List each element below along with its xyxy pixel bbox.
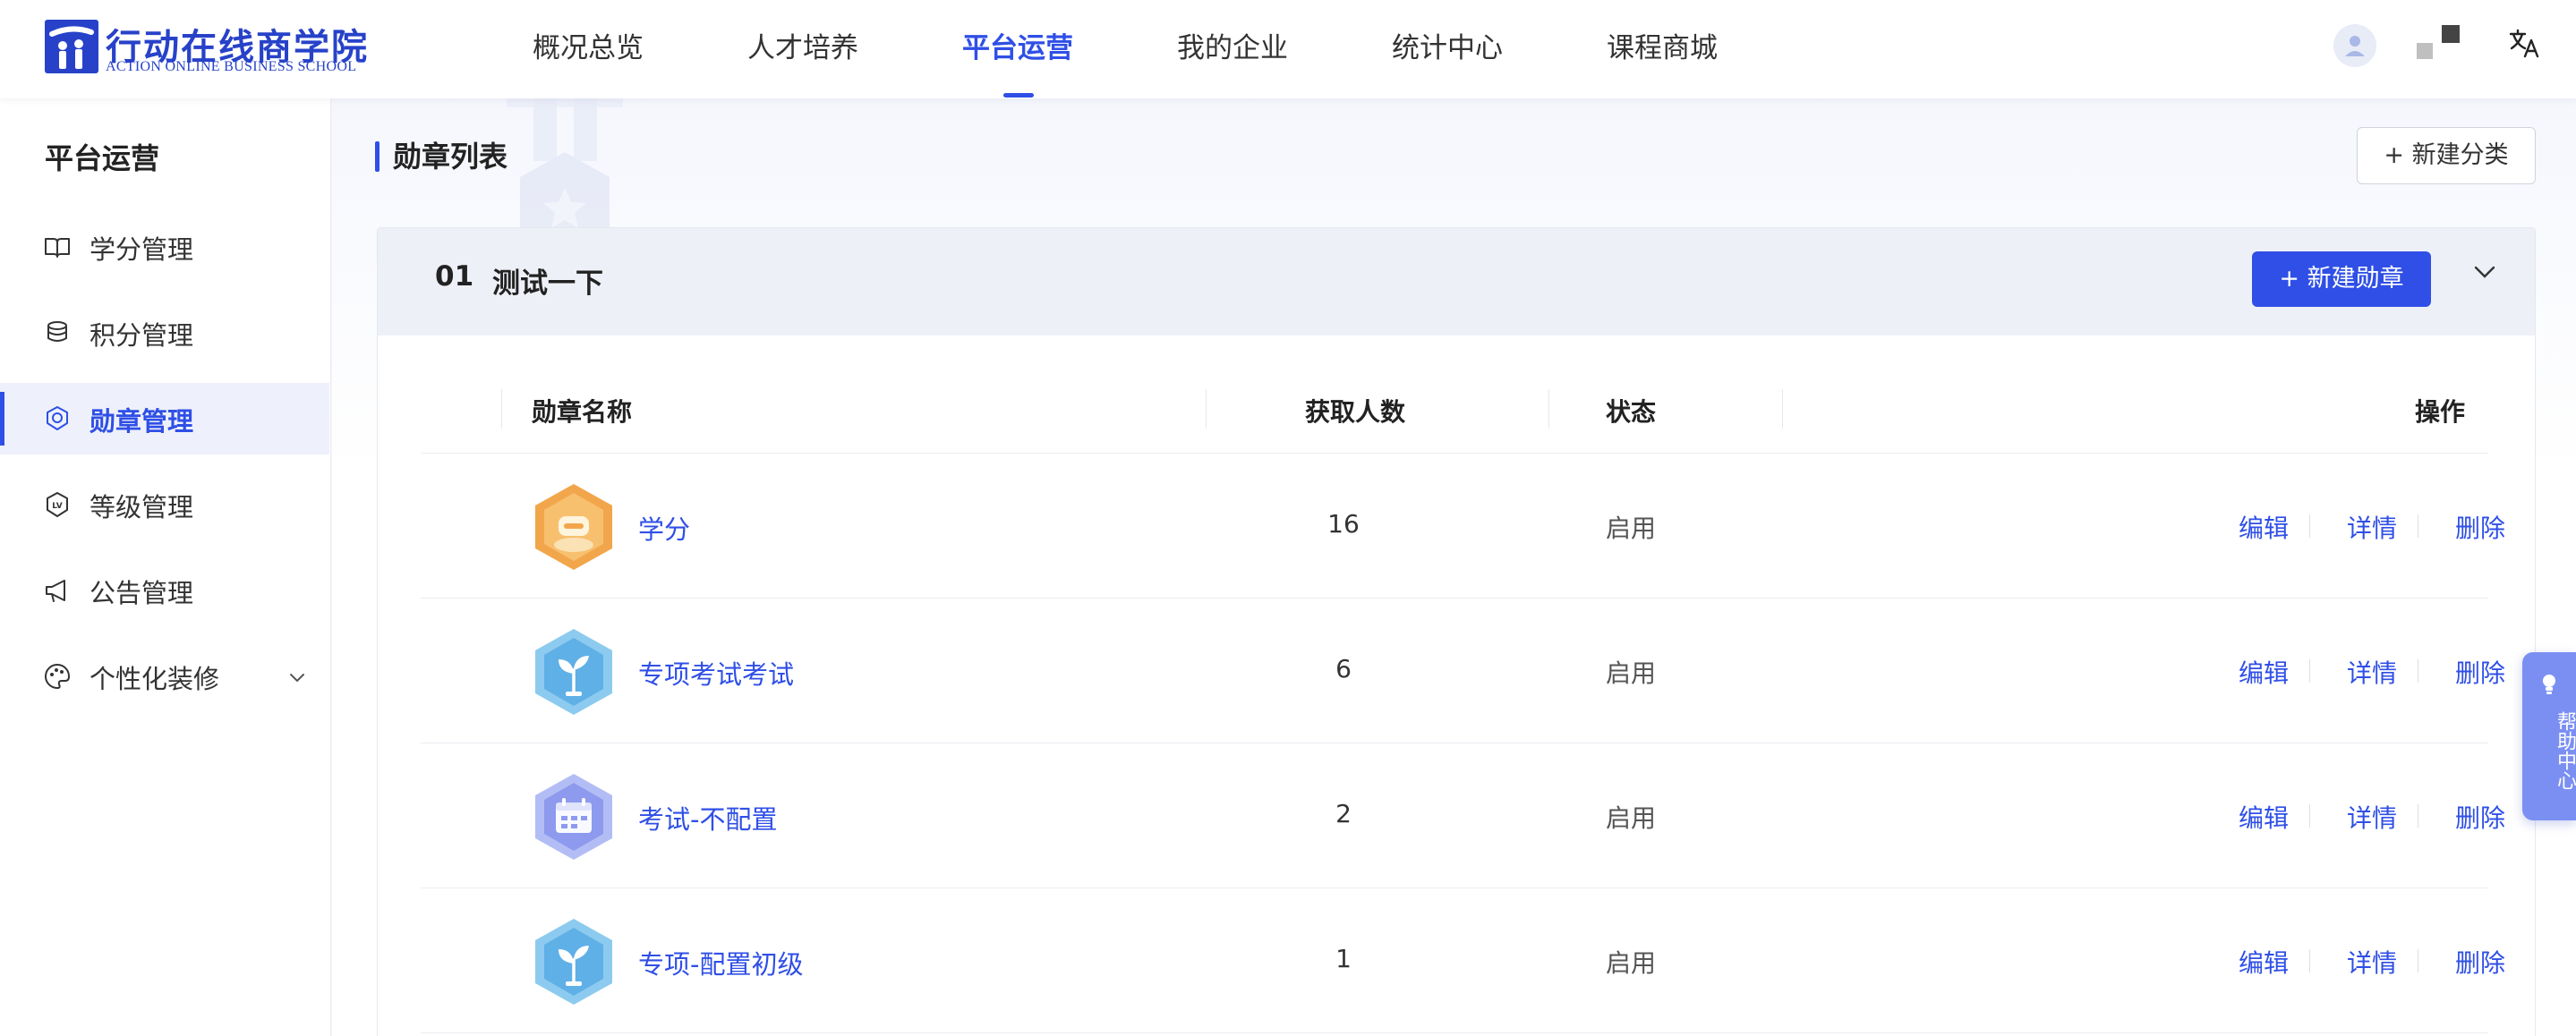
column-divider	[501, 389, 502, 429]
top-navigation-bar: 行动在线商学院 ACTION ONLINE BUSINESS SCHOOL 概况…	[0, 0, 2576, 98]
nav-active-indicator	[1003, 93, 1034, 98]
category-header: 01 测试一下 + 新建勋章	[378, 228, 2535, 335]
sidebar-item-label: 公告管理	[90, 578, 194, 608]
acquired-count: 1	[1335, 944, 1352, 973]
column-header-status: 状态	[1606, 397, 1657, 427]
sidebar-item-levels[interactable]: LV 等级管理	[0, 469, 329, 540]
edit-link[interactable]: 编辑	[2239, 654, 2289, 690]
nav-item-course-mall[interactable]: 课程商城	[1607, 25, 1718, 65]
sidebar: 平台运营 学分管理 积分管理 勋章管理 LV 等级管理 公告管理 个性化装修	[0, 98, 331, 1036]
status-text: 启用	[1606, 514, 1657, 543]
column-header-count: 获取人数	[1304, 397, 1405, 427]
sidebar-item-medals[interactable]: 勋章管理	[0, 383, 329, 454]
acquired-count: 2	[1335, 799, 1352, 828]
chevron-down-icon	[290, 674, 304, 683]
detail-link[interactable]: 详情	[2347, 799, 2397, 835]
delete-link[interactable]: 删除	[2455, 944, 2505, 980]
table-row: 考试-不配置 2 启用 编辑 详情 删除	[421, 743, 2505, 888]
new-badge-button[interactable]: + 新建勋章	[2252, 251, 2431, 307]
help-center-label: 帮助中心	[2554, 711, 2576, 790]
column-divider	[1782, 389, 1783, 429]
status-text: 启用	[1606, 658, 1657, 688]
status-text: 启用	[1606, 803, 1657, 833]
action-divider	[2309, 659, 2310, 683]
title-accent-bar	[375, 141, 380, 172]
delete-link[interactable]: 删除	[2455, 799, 2505, 835]
level-icon: LV	[47, 492, 68, 517]
badge-category-panel: 01 测试一下 + 新建勋章 勋章名称 获取人数 状态 操作 学分 16 启用 …	[377, 227, 2536, 1036]
badge-name-link[interactable]: 专项-配置初级	[638, 944, 803, 981]
help-center-button[interactable]: 帮助中心	[2522, 652, 2576, 820]
table-row: 学分 16 启用 编辑 详情 删除	[421, 454, 2505, 599]
badge-table: 勋章名称 获取人数 状态 操作 学分 16 启用 编辑 详情 删除 专项考试考试…	[421, 337, 2505, 1033]
table-header: 勋章名称 获取人数 状态 操作	[421, 337, 2488, 454]
edit-link[interactable]: 编辑	[2239, 944, 2289, 980]
medal-watermark-icon	[507, 98, 623, 242]
action-divider	[2309, 514, 2310, 538]
edit-link[interactable]: 编辑	[2239, 509, 2289, 545]
orange-credit-badge-icon	[535, 484, 612, 570]
detail-link[interactable]: 详情	[2347, 944, 2397, 980]
status-text: 启用	[1606, 948, 1657, 978]
sidebar-item-label: 积分管理	[90, 320, 194, 351]
blue-sprout-badge-icon	[535, 919, 612, 1005]
sidebar-title: 平台运营	[45, 141, 160, 175]
category-index: 01	[435, 260, 474, 293]
page-title: 勋章列表	[393, 140, 508, 174]
delete-link[interactable]: 删除	[2455, 509, 2505, 545]
acquired-count: 6	[1335, 654, 1352, 684]
sidebar-item-label: 个性化装修	[90, 664, 220, 694]
acquired-count: 16	[1327, 509, 1360, 539]
book-icon	[45, 238, 70, 258]
translate-icon[interactable]	[2508, 27, 2540, 59]
column-header-name: 勋章名称	[532, 397, 633, 427]
table-row: 专项-配置初级 1 启用 编辑 详情 删除	[421, 888, 2505, 1033]
detail-link[interactable]: 详情	[2347, 509, 2397, 545]
sidebar-item-announcements[interactable]: 公告管理	[0, 555, 329, 626]
megaphone-icon	[46, 580, 65, 602]
sidebar-item-credits[interactable]: 学分管理	[0, 211, 329, 283]
nav-item-overview[interactable]: 概况总览	[533, 25, 644, 65]
action-divider	[2309, 804, 2310, 828]
sidebar-item-label: 学分管理	[90, 234, 194, 265]
nav-item-statistics[interactable]: 统计中心	[1392, 25, 1503, 65]
logo-text-en: ACTION ONLINE BUSINESS SCHOOL	[106, 59, 357, 74]
logo-mark-icon	[45, 20, 98, 73]
nav-item-talent[interactable]: 人才培养	[747, 25, 858, 65]
logo[interactable]: 行动在线商学院 ACTION ONLINE BUSINESS SCHOOL	[45, 20, 385, 75]
category-name: 测试一下	[492, 267, 603, 300]
svg-text:LV: LV	[52, 502, 62, 511]
nav-item-platform-ops[interactable]: 平台运营	[962, 25, 1073, 65]
sidebar-item-label: 勋章管理	[90, 406, 194, 437]
table-row: 专项考试考试 6 启用 编辑 详情 删除	[421, 599, 2505, 743]
qr-code-icon[interactable]	[2415, 23, 2465, 64]
badge-name-link[interactable]: 学分	[638, 509, 690, 547]
badge-name-link[interactable]: 专项考试考试	[638, 654, 794, 692]
column-divider	[1206, 389, 1207, 429]
sidebar-item-customization[interactable]: 个性化装修	[0, 641, 329, 712]
new-category-button[interactable]: + 新建分类	[2357, 127, 2536, 184]
user-avatar-icon[interactable]	[2333, 24, 2376, 67]
action-divider	[2309, 949, 2310, 972]
badge-name-link[interactable]: 考试-不配置	[638, 799, 777, 836]
sidebar-item-points[interactable]: 积分管理	[0, 297, 329, 369]
delete-link[interactable]: 删除	[2455, 654, 2505, 690]
medal-icon	[47, 406, 68, 430]
sidebar-item-label: 等级管理	[90, 492, 194, 522]
column-header-actions: 操作	[2415, 397, 2466, 427]
chevron-down-icon[interactable]	[2469, 257, 2501, 289]
nav-item-my-enterprise[interactable]: 我的企业	[1177, 25, 1288, 65]
coins-icon	[47, 321, 67, 342]
detail-link[interactable]: 详情	[2347, 654, 2397, 690]
column-divider	[1548, 389, 1549, 429]
palette-icon	[45, 663, 71, 690]
edit-link[interactable]: 编辑	[2239, 799, 2289, 835]
lightbulb-icon	[2543, 675, 2555, 694]
main-content: 勋章列表 + 新建分类 01 测试一下 + 新建勋章 勋章名称 获取人数 状态 …	[332, 98, 2576, 1036]
blue-sprout-badge-icon	[535, 629, 612, 715]
purple-calendar-badge-icon	[535, 774, 612, 860]
